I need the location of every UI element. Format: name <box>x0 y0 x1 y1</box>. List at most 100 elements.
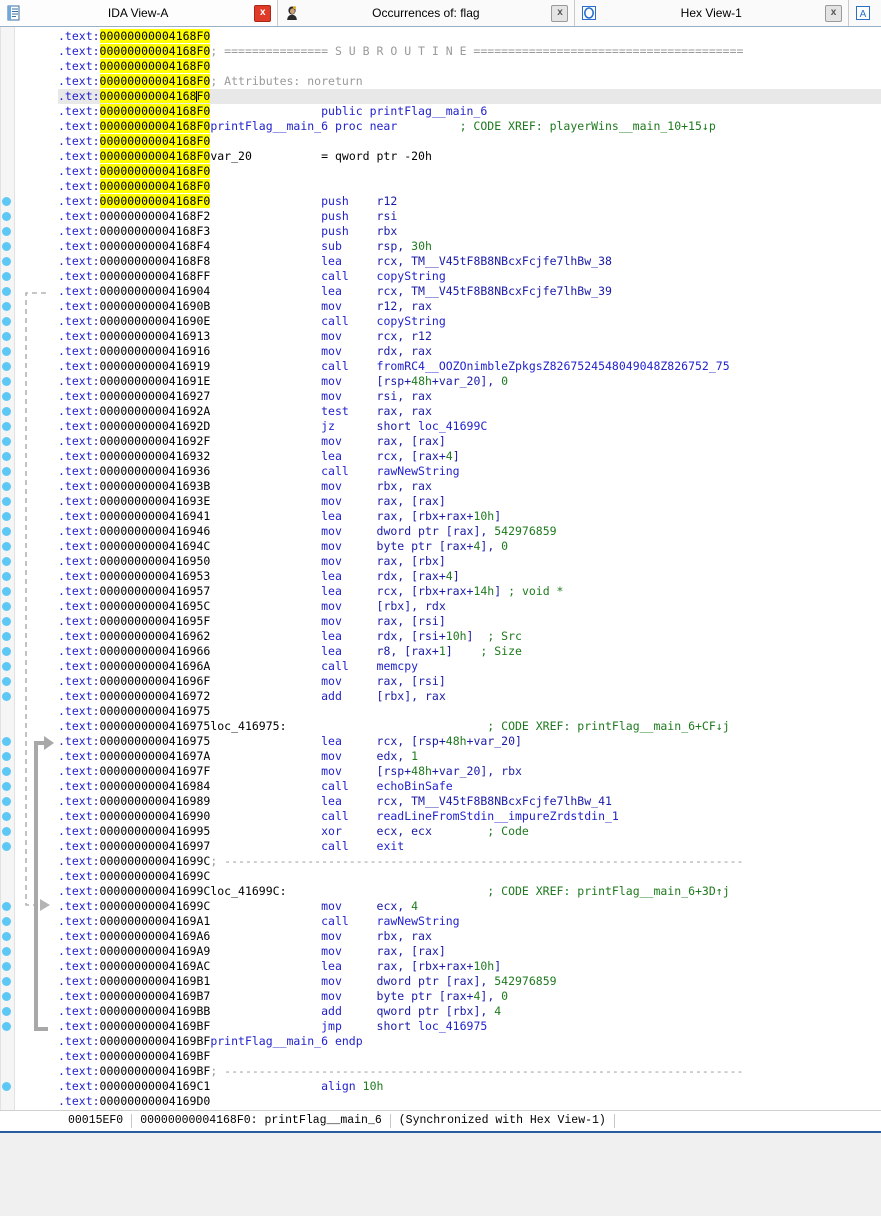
code-line[interactable]: .text:000000000041692F mov rax, [rax] <box>58 434 881 449</box>
code-line[interactable]: .text:00000000004168F0 <box>58 89 881 104</box>
code-line[interactable]: .text:00000000004169BFprintFlag__main_6 … <box>58 1034 881 1049</box>
code-line[interactable]: .text:0000000000416989 lea rcx, TM__V45t… <box>58 794 881 809</box>
breakpoint-dot[interactable] <box>2 617 11 626</box>
token-fn[interactable]: readLineFromStdin__impureZrdstdin_1 <box>377 809 619 823</box>
code-line[interactable]: .text:00000000004169AC lea rax, [rbx+rax… <box>58 959 881 974</box>
code-line[interactable]: .text:000000000041699C; ----------------… <box>58 854 881 869</box>
breakpoint-dot[interactable] <box>2 962 11 971</box>
code-line[interactable]: .text:00000000004169A1 call rawNewString <box>58 914 881 929</box>
code-line[interactable]: .text:0000000000416904 lea rcx, TM__V45t… <box>58 284 881 299</box>
breakpoint-dot[interactable] <box>2 482 11 491</box>
code-line[interactable]: .text:0000000000416990 call readLineFrom… <box>58 809 881 824</box>
breakpoint-dot[interactable] <box>2 752 11 761</box>
breakpoint-dot[interactable] <box>2 257 11 266</box>
code-line[interactable]: .text:000000000041697A mov edx, 1 <box>58 749 881 764</box>
token-fn[interactable]: copyString <box>377 314 446 328</box>
close-icon[interactable]: x <box>825 4 842 22</box>
code-line[interactable]: .text:00000000004168F0 <box>58 29 881 44</box>
code-line[interactable]: ⌄.text:00000000004168F0 <box>58 179 881 194</box>
tab-occurrences-of-flag[interactable]: Occurrences of: flag x <box>278 0 576 26</box>
breakpoint-dot[interactable] <box>2 932 11 941</box>
token-fn[interactable]: rawNewString <box>377 914 460 928</box>
breakpoint-dot[interactable] <box>2 602 11 611</box>
breakpoint-dot[interactable] <box>2 422 11 431</box>
code-line[interactable]: .text:00000000004168F2 push rsi <box>58 209 881 224</box>
code-line[interactable]: .text:00000000004169D0 <box>58 1094 881 1109</box>
code-line[interactable]: .text:000000000041690B mov r12, rax <box>58 299 881 314</box>
breakpoint-dot[interactable] <box>2 437 11 446</box>
breakpoint-dot[interactable] <box>2 1082 11 1091</box>
code-line[interactable]: .text:00000000004169C1 align 10h <box>58 1079 881 1094</box>
code-line[interactable]: .text:00000000004168F3 push rbx <box>58 224 881 239</box>
token-fn[interactable]: loc_41699C <box>418 419 487 433</box>
breakpoint-dot[interactable] <box>2 452 11 461</box>
breakpoint-dot[interactable] <box>2 782 11 791</box>
code-lines[interactable]: .text:00000000004168F0 .text:000000000041… <box>58 27 881 1110</box>
breakpoint-dot[interactable] <box>2 572 11 581</box>
code-line[interactable]: .text:0000000000416932 lea rcx, [rax+4] <box>58 449 881 464</box>
code-line[interactable]: .text:00000000004168F0 <box>58 164 881 179</box>
code-line[interactable]: .text:000000000041693B mov rbx, rax <box>58 479 881 494</box>
token-fn[interactable]: exit <box>377 839 405 853</box>
code-line[interactable]: .text:00000000004168F0printFlag__main_6 … <box>58 119 881 134</box>
code-line[interactable]: .text:00000000004168F8 lea rcx, TM__V45t… <box>58 254 881 269</box>
code-line[interactable]: .text:00000000004168F0 <box>58 134 881 149</box>
breakpoint-dot[interactable] <box>2 197 11 206</box>
breakpoint-dot[interactable] <box>2 1022 11 1031</box>
breakpoint-dot[interactable] <box>2 797 11 806</box>
code-line[interactable]: .text:000000000041690E call copyString <box>58 314 881 329</box>
breakpoint-dot[interactable] <box>2 542 11 551</box>
breakpoint-dot[interactable] <box>2 512 11 521</box>
code-line[interactable]: .text:00000000004168F0; =============== … <box>58 44 881 59</box>
code-line[interactable]: .text:0000000000416913 mov rcx, r12 <box>58 329 881 344</box>
code-line[interactable]: .text:00000000004168F0 <box>58 59 881 74</box>
code-line[interactable]: .text:000000000041696A call memcpy <box>58 659 881 674</box>
code-line[interactable]: .text:0000000000416995 xor ecx, ecx ; Co… <box>58 824 881 839</box>
code-line[interactable]: .text:0000000000416966 lea r8, [rax+1] ;… <box>58 644 881 659</box>
breakpoint-dot[interactable] <box>2 362 11 371</box>
breakpoint-dot[interactable] <box>2 827 11 836</box>
breakpoint-dot[interactable] <box>2 242 11 251</box>
tab-ida-view-a[interactable]: IDA View-A x <box>0 0 279 26</box>
close-icon[interactable]: x <box>254 4 272 22</box>
breakpoint-dot[interactable] <box>2 692 11 701</box>
code-line[interactable]: .text:000000000041697F mov [rsp+48h+var_… <box>58 764 881 779</box>
code-line[interactable]: .text:000000000041691E mov [rsp+48h+var_… <box>58 374 881 389</box>
code-line[interactable]: .text:0000000000416984 call echoBinSafe <box>58 779 881 794</box>
code-line[interactable]: .text:00000000004169B7 mov byte ptr [rax… <box>58 989 881 1004</box>
breakpoint-dot[interactable] <box>2 977 11 986</box>
breakpoint-dot[interactable] <box>2 557 11 566</box>
code-line[interactable]: .text:000000000041693E mov rax, [rax] <box>58 494 881 509</box>
close-icon[interactable]: x <box>551 4 569 22</box>
code-line[interactable]: .text:000000000041699Cloc_41699C: ; CODE… <box>58 884 881 899</box>
code-line[interactable]: .text:00000000004168F0 push r12 <box>58 194 881 209</box>
breakpoint-dot[interactable] <box>2 392 11 401</box>
code-line[interactable]: .text:000000000041692A test rax, rax <box>58 404 881 419</box>
code-line[interactable]: .text:00000000004169BF; ----------------… <box>58 1064 881 1079</box>
code-line[interactable]: .text:000000000041695C mov [rbx], rdx <box>58 599 881 614</box>
code-line[interactable]: .text:0000000000416953 lea rdx, [rax+4] <box>58 569 881 584</box>
code-line[interactable]: .text:000000000041699C <box>58 869 881 884</box>
token-fn[interactable]: echoBinSafe <box>377 779 453 793</box>
code-line[interactable]: .text:0000000000416916 mov rdx, rax <box>58 344 881 359</box>
code-line[interactable]: .text:00000000004168F4 sub rsp, 30h <box>58 239 881 254</box>
code-line[interactable]: .text:000000000041692D jz short loc_4169… <box>58 419 881 434</box>
token-fn[interactable]: copyString <box>377 269 446 283</box>
code-line[interactable]: .text:0000000000416919 call fromRC4__OOZ… <box>58 359 881 374</box>
token-lbl[interactable]: loc_416975: <box>210 719 286 733</box>
code-line[interactable]: .text:0000000000416936 call rawNewString <box>58 464 881 479</box>
token-lbl[interactable]: = qword ptr -20h <box>321 149 432 163</box>
code-line[interactable]: .text:0000000000416946 mov dword ptr [ra… <box>58 524 881 539</box>
breakpoint-dot[interactable] <box>2 842 11 851</box>
breakpoint-dot[interactable] <box>2 947 11 956</box>
code-line[interactable]: .text:00000000004169BB add qword ptr [rb… <box>58 1004 881 1019</box>
breakpoint-dot[interactable] <box>2 212 11 221</box>
breakpoint-dot[interactable] <box>2 287 11 296</box>
breakpoint-dot[interactable] <box>2 902 11 911</box>
code-line[interactable]: .text:0000000000416927 mov rsi, rax <box>58 389 881 404</box>
token-fn[interactable]: rawNewString <box>377 464 460 478</box>
code-line[interactable]: .text:00000000004169D0; =============== … <box>58 1109 881 1110</box>
breakpoint-dot[interactable] <box>2 767 11 776</box>
code-line[interactable]: .text:0000000000416950 mov rax, [rbx] <box>58 554 881 569</box>
disassembly-view[interactable]: .text:00000000004168F0 .text:000000000041… <box>0 27 881 1110</box>
